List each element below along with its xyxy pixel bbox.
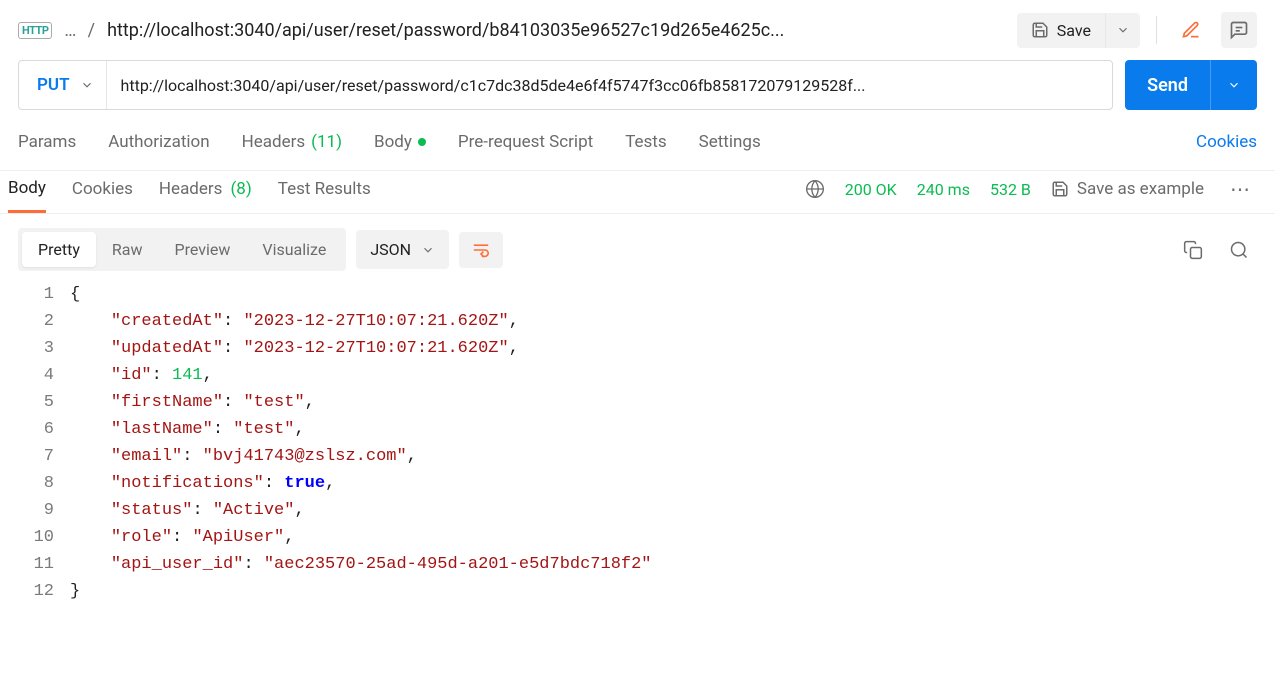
view-pretty[interactable]: Pretty <box>22 232 96 267</box>
edit-button[interactable] <box>1173 12 1209 48</box>
resp-tab-headers-label: Headers <box>159 179 223 199</box>
format-value: JSON <box>370 240 411 259</box>
comments-button[interactable] <box>1221 12 1257 48</box>
resp-tab-body[interactable]: Body <box>8 178 46 213</box>
tab-headers-count: (11) <box>311 132 342 152</box>
resp-tab-headers-count: (8) <box>230 179 251 199</box>
tab-headers-label: Headers <box>242 132 306 152</box>
http-badge-icon: HTTP <box>18 22 52 39</box>
copy-icon <box>1183 240 1203 260</box>
wrap-icon <box>471 242 491 258</box>
breadcrumb-collapsed[interactable]: ... <box>64 20 75 41</box>
code-content[interactable]: { "createdAt": "2023-12-27T10:07:21.620Z… <box>70 281 1275 605</box>
tab-prerequest-script[interactable]: Pre-request Script <box>458 132 593 152</box>
line-number: 3 <box>0 335 54 362</box>
response-body[interactable]: 1 2 3 4 5 6 7 8 9 10 11 12 { "createdAt"… <box>0 279 1275 625</box>
save-button[interactable]: Save <box>1017 13 1105 48</box>
resp-tab-headers[interactable]: Headers (8) <box>159 179 252 211</box>
search-icon <box>1229 240 1249 260</box>
chevron-down-icon <box>80 78 94 92</box>
resp-tab-cookies[interactable]: Cookies <box>72 179 133 211</box>
view-preview[interactable]: Preview <box>158 232 246 267</box>
line-number: 5 <box>0 389 54 416</box>
url-input[interactable]: http://localhost:3040/api/user/reset/pas… <box>107 61 1113 109</box>
view-visualize[interactable]: Visualize <box>246 232 342 267</box>
line-number: 10 <box>0 524 54 551</box>
save-icon <box>1031 21 1049 39</box>
http-method-value: PUT <box>37 75 70 95</box>
send-button[interactable]: Send <box>1125 60 1210 110</box>
body-indicator-dot <box>418 138 426 146</box>
response-size: 532 B <box>990 180 1031 199</box>
line-number: 8 <box>0 470 54 497</box>
line-number: 4 <box>0 362 54 389</box>
tab-params[interactable]: Params <box>18 132 76 152</box>
copy-response-button[interactable] <box>1175 232 1211 268</box>
save-as-example-button[interactable]: Save as example <box>1051 179 1204 199</box>
line-number: 6 <box>0 416 54 443</box>
tab-authorization[interactable]: Authorization <box>108 132 209 152</box>
line-number: 1 <box>0 281 54 308</box>
line-number: 2 <box>0 308 54 335</box>
tab-settings[interactable]: Settings <box>699 132 761 152</box>
save-as-example-label: Save as example <box>1077 179 1204 199</box>
request-title[interactable]: http://localhost:3040/api/user/reset/pas… <box>107 20 784 41</box>
divider <box>1156 16 1157 44</box>
format-select[interactable]: JSON <box>356 230 449 269</box>
resp-tab-test-results[interactable]: Test Results <box>278 179 371 211</box>
cookies-link[interactable]: Cookies <box>1196 132 1257 152</box>
line-number: 7 <box>0 443 54 470</box>
tab-body-label: Body <box>374 132 412 152</box>
tab-body[interactable]: Body <box>374 132 426 152</box>
save-label: Save <box>1057 21 1091 40</box>
line-number: 11 <box>0 551 54 578</box>
view-mode-segment: Pretty Raw Preview Visualize <box>18 228 346 271</box>
response-time: 240 ms <box>917 180 970 199</box>
view-raw[interactable]: Raw <box>96 232 159 267</box>
comment-icon <box>1229 20 1249 40</box>
breadcrumb-separator: / <box>88 20 95 41</box>
line-gutter: 1 2 3 4 5 6 7 8 9 10 11 12 <box>0 281 70 605</box>
pencil-icon <box>1181 20 1201 40</box>
http-method-select[interactable]: PUT <box>19 61 107 109</box>
tab-headers[interactable]: Headers (11) <box>242 132 342 152</box>
chevron-down-icon <box>421 243 435 257</box>
save-dropdown[interactable] <box>1105 13 1140 48</box>
line-number: 12 <box>0 578 54 605</box>
search-response-button[interactable] <box>1221 232 1257 268</box>
send-dropdown[interactable] <box>1210 60 1257 110</box>
response-more-actions[interactable]: ⋯ <box>1230 177 1257 213</box>
save-icon <box>1051 180 1069 198</box>
tab-tests[interactable]: Tests <box>625 132 666 152</box>
word-wrap-toggle[interactable] <box>459 232 503 268</box>
globe-icon[interactable] <box>805 179 825 199</box>
line-number: 9 <box>0 497 54 524</box>
response-status: 200 OK <box>845 180 897 199</box>
